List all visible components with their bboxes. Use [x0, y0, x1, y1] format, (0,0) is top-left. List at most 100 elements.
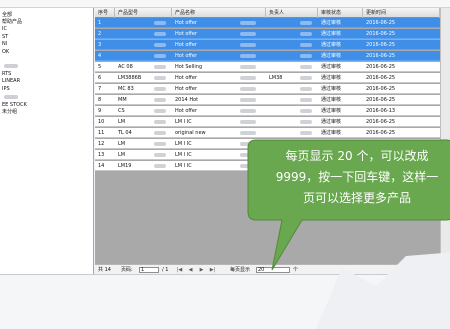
- table-row[interactable]: 14 LM19 LM I IC: [95, 161, 450, 171]
- cell-date: 2016-06-13: [366, 108, 396, 114]
- table-row[interactable]: 8 MM 2014 Hot 通过审核 2016-06-25: [95, 95, 450, 105]
- tree-item-label: 全部: [2, 12, 13, 18]
- col-header-name[interactable]: 产品名称: [172, 8, 266, 18]
- col-header-status[interactable]: 审核状态: [318, 8, 363, 18]
- blurred-text: [300, 76, 312, 80]
- tree-item-label: RTS: [2, 71, 12, 77]
- tree-item-ee-stock[interactable]: EE STOCK: [2, 102, 27, 108]
- blurred-text: [300, 32, 312, 36]
- blurred-text: [240, 32, 256, 36]
- cell-status: [318, 161, 363, 171]
- page-size-input[interactable]: 20: [256, 267, 290, 273]
- blurred-text: [300, 153, 312, 157]
- blurred-text: [154, 120, 166, 124]
- cell-status: [318, 150, 363, 160]
- blurred-text: [300, 120, 312, 124]
- tree-item-help[interactable]: 帮助产品: [2, 19, 22, 25]
- blurred-text: [240, 120, 256, 124]
- table-row[interactable]: 3 Hot offer 通过审核 2016-06-25: [95, 40, 450, 50]
- tree-item-label: OK: [2, 49, 10, 55]
- blurred-text: [240, 142, 256, 146]
- first-page-button[interactable]: |◀: [176, 266, 183, 274]
- tree-item-blurred-2[interactable]: [2, 94, 18, 100]
- tree-item-label: ST: [2, 34, 9, 40]
- title-bar: [0, 0, 450, 8]
- table-row[interactable]: 4 Hot offer 通过审核 2016-06-25: [95, 51, 450, 61]
- col-header-owner[interactable]: 负责人: [266, 8, 318, 18]
- cell-no: 3: [98, 42, 102, 48]
- blurred-text: [154, 109, 166, 113]
- table-row[interactable]: 1 Hot offer 通过审核 2016-06-25: [95, 18, 450, 28]
- blurred-text: [154, 131, 166, 135]
- blurred-text: [154, 32, 166, 36]
- last-page-button[interactable]: ▶|: [209, 266, 216, 274]
- table-row[interactable]: 12 LM LM I IC 通过审核 2016-06-25: [95, 139, 450, 149]
- tree-item-ok[interactable]: OK: [2, 49, 9, 55]
- tree-item-st[interactable]: ST: [2, 34, 8, 40]
- prev-page-button[interactable]: ◀: [187, 266, 194, 274]
- cell-status: 通过审核: [321, 20, 342, 26]
- table-row[interactable]: 6 LM3886B Hot offer LM38 通过审核 2016-06-25: [95, 73, 450, 83]
- table-row[interactable]: 11 TL 04 original new 通过审核 2016-06-25: [95, 128, 450, 138]
- cell-no: 11: [98, 130, 105, 136]
- table-row[interactable]: 5 AC 08 Hot Selling 通过审核 2016-06-25: [95, 62, 450, 72]
- page-number-input[interactable]: 1: [139, 267, 159, 273]
- blurred-text: [154, 76, 166, 80]
- blurred-text: [154, 98, 166, 102]
- tree-item-blurred[interactable]: [2, 63, 18, 69]
- col-header-no[interactable]: 序号: [95, 8, 115, 18]
- tree-item-ic[interactable]: IC: [2, 26, 7, 32]
- cell-status: 通过审核: [321, 42, 342, 48]
- table-row[interactable]: 13 LM LM I IC: [95, 150, 450, 160]
- tree-item-all[interactable]: 全部: [2, 12, 12, 18]
- tree-item-label: EE STOCK: [2, 102, 27, 108]
- blurred-text: [300, 164, 312, 168]
- cell-no: 12: [98, 141, 105, 147]
- blurred-text: [240, 164, 256, 168]
- cell-status: 通过审核: [321, 64, 342, 70]
- cell-status: 通过审核: [321, 53, 342, 59]
- cell-no: 2: [98, 31, 102, 37]
- col-header-model[interactable]: 产品型号: [115, 8, 172, 18]
- product-grid[interactable]: 序号 产品型号 产品名称 负责人 审核状态 更新时间 1 Hot offer 通过审…: [95, 8, 450, 274]
- table-row[interactable]: 9 CS Hot offer 通过审核 2016-06-13: [95, 106, 450, 116]
- next-page-button[interactable]: ▶: [198, 266, 205, 274]
- tree-item-label: LINEAR: [2, 78, 21, 84]
- cell-no: 13: [98, 152, 105, 158]
- tree-item-ips[interactable]: IPS: [2, 86, 10, 92]
- cell-date: 2016-06-25: [366, 130, 396, 136]
- blurred-text: [154, 153, 166, 157]
- table-row[interactable]: 10 LM LM I IC 通过审核 2016-06-25: [95, 117, 450, 127]
- category-tree[interactable]: 全部 帮助产品 IC ST NI OK RTS LINEAR IPS EE ST…: [0, 8, 94, 274]
- grid-header: 序号 产品型号 产品名称 负责人 审核状态 更新时间: [95, 8, 450, 18]
- blurred-text: [300, 43, 312, 47]
- tree-item-ungrouped[interactable]: 未分组: [2, 109, 17, 115]
- tree-item-linear[interactable]: LINEAR: [2, 78, 20, 84]
- tree-item-rts[interactable]: RTS: [2, 71, 11, 77]
- vertical-scrollbar[interactable]: [440, 8, 450, 274]
- col-header-date[interactable]: 更新时间: [363, 8, 440, 18]
- blurred-text: [240, 109, 256, 113]
- blurred-text: [240, 43, 256, 47]
- cell-status: 通过审核: [321, 97, 342, 103]
- cell-status: 通过审核: [321, 75, 342, 81]
- tree-item-label: IC: [2, 26, 7, 32]
- blurred-text: [154, 21, 166, 25]
- blurred-text: [300, 142, 312, 146]
- cell-date: 2016-06-25: [366, 53, 396, 59]
- cell-status: 通过审核: [321, 119, 342, 125]
- cell-no: 4: [98, 53, 102, 59]
- cell-status: 通过审核: [321, 141, 342, 147]
- blurred-text: [240, 65, 256, 69]
- blurred-text: [4, 94, 18, 99]
- cell-no: 14: [98, 163, 105, 169]
- table-row[interactable]: 2 Hot offer 通过审核 2016-06-25: [95, 29, 450, 39]
- cell-no: 1: [98, 20, 102, 26]
- cell-date: [363, 150, 440, 160]
- table-row[interactable]: 7 MC 83 Hot offer 通过审核 2016-06-25: [95, 84, 450, 94]
- blurred-text: [300, 131, 312, 135]
- blurred-text: [300, 98, 312, 102]
- blurred-text: [240, 76, 256, 80]
- tree-item-ni[interactable]: NI: [2, 41, 7, 47]
- blurred-text: [240, 54, 256, 58]
